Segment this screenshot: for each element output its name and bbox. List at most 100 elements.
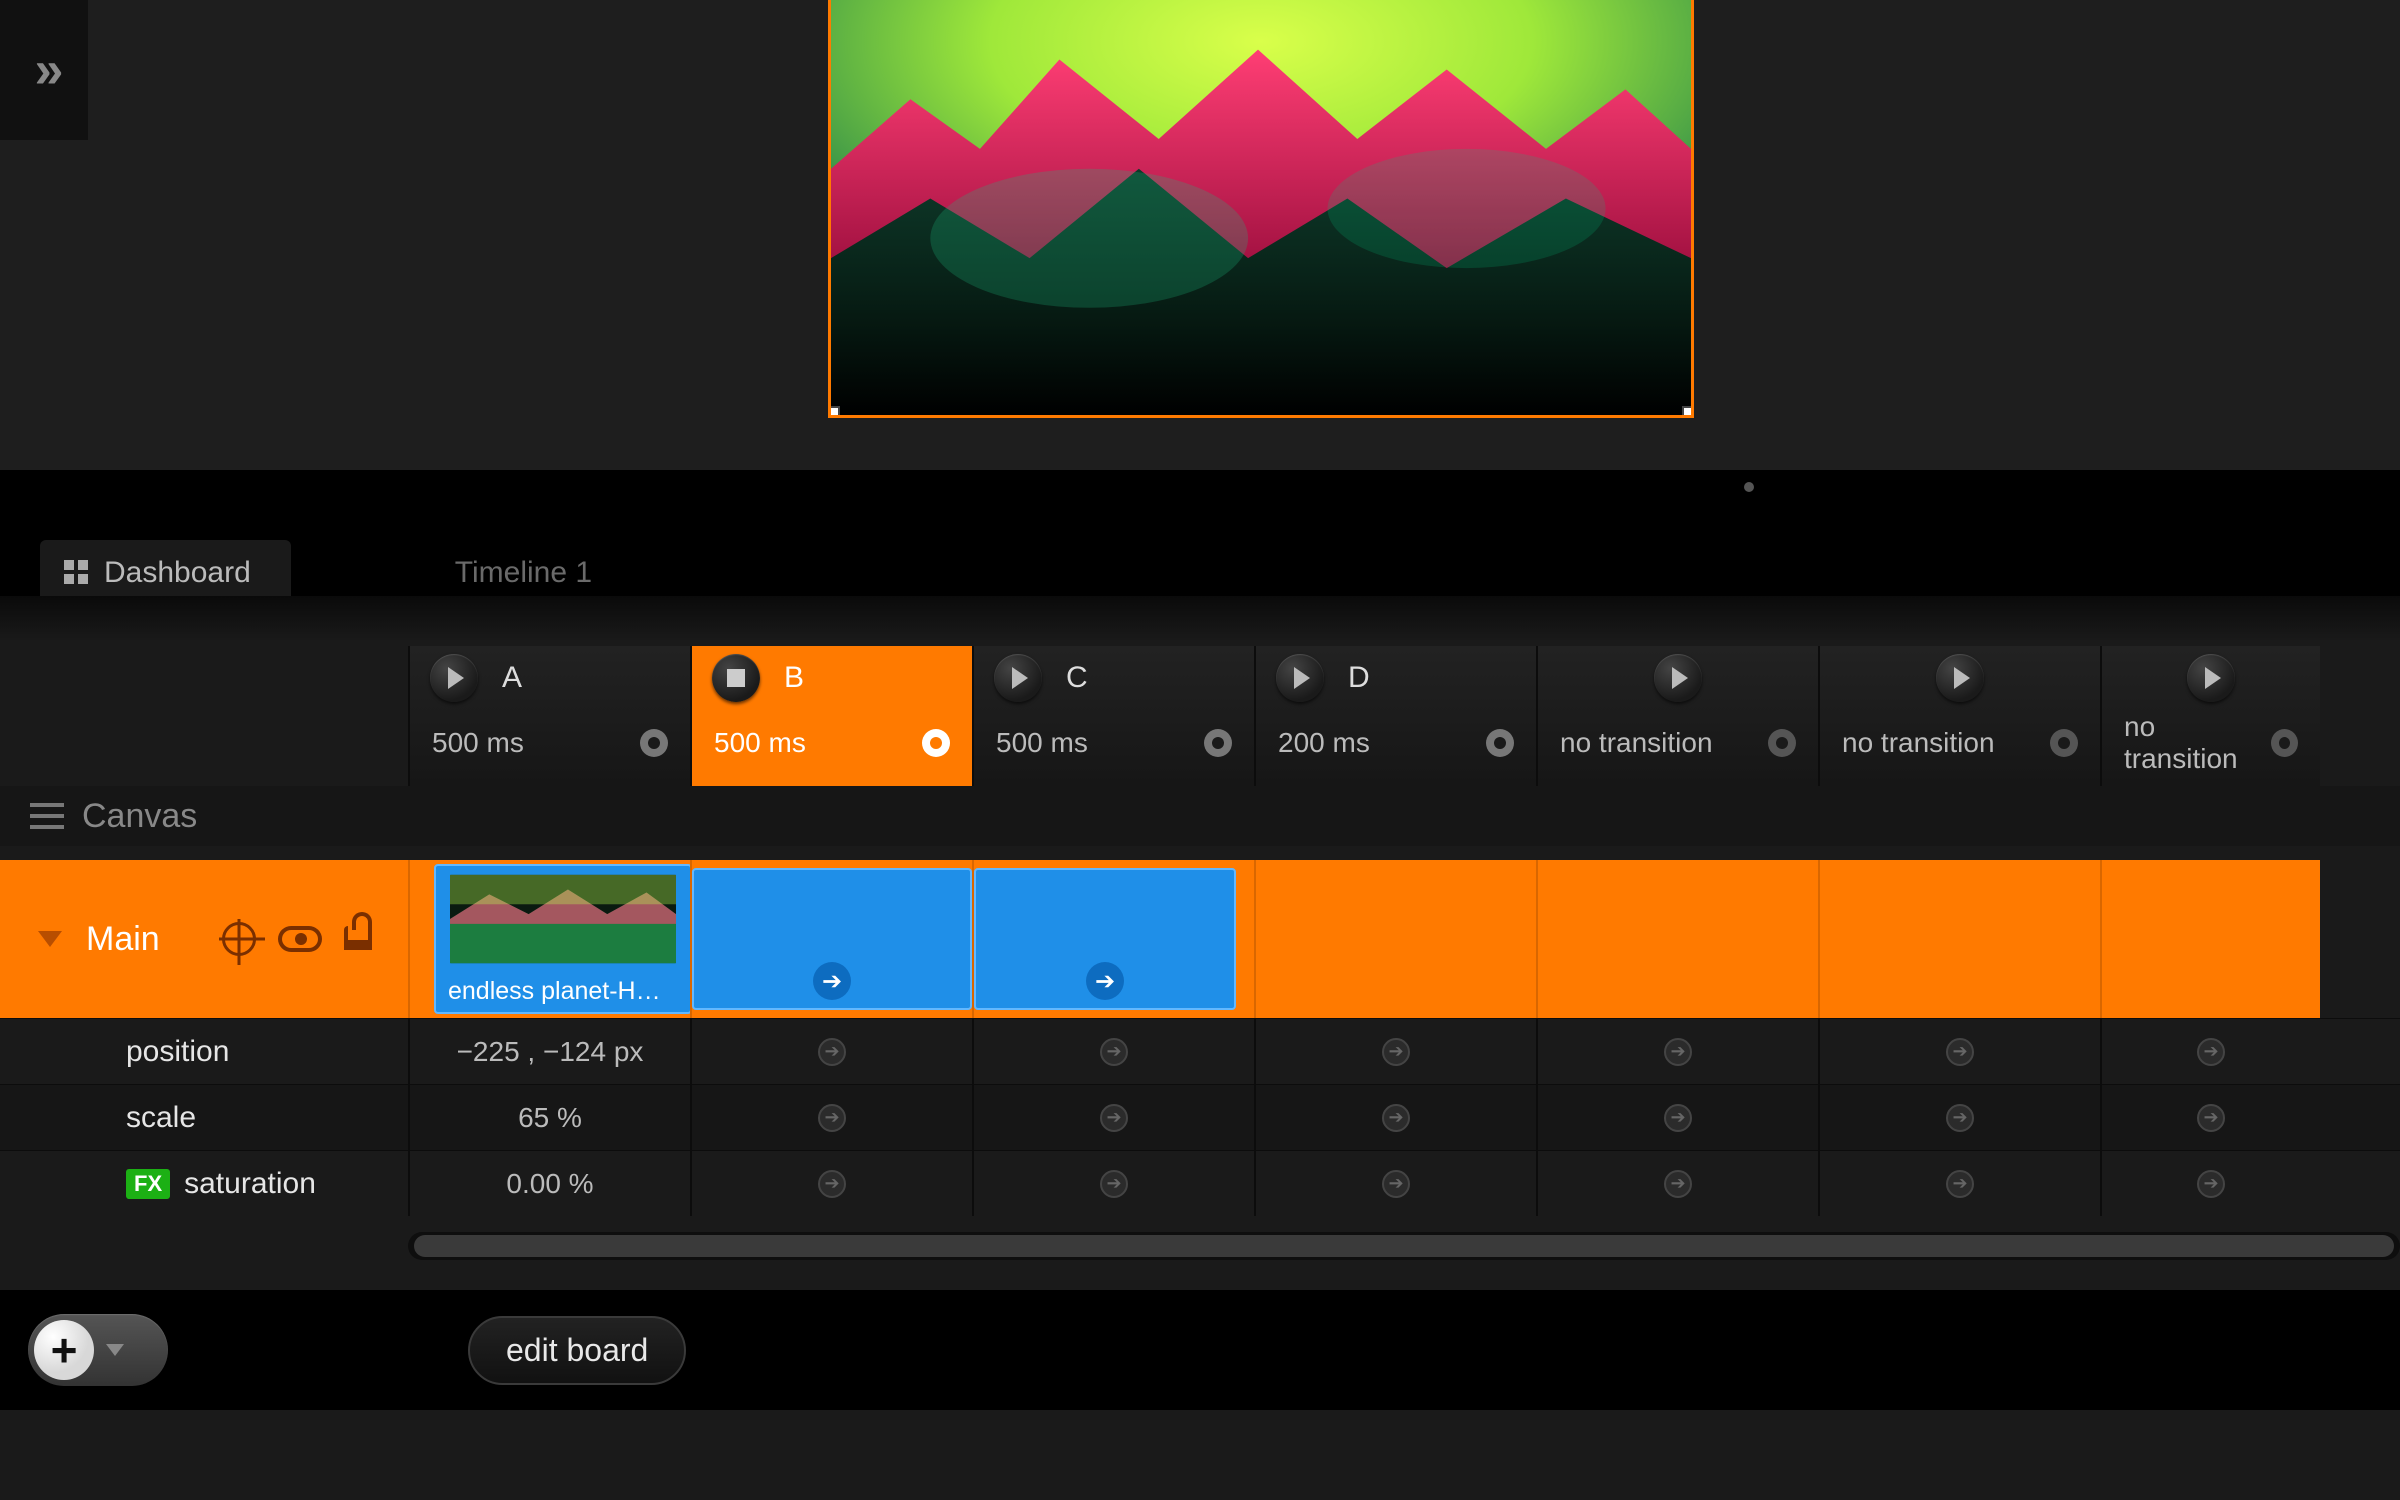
add-keyframe-icon[interactable] (1946, 1104, 1974, 1132)
play-button[interactable] (430, 654, 478, 702)
chevrons-right-icon: » (35, 40, 54, 100)
column-header-a[interactable]: A 500 ms (408, 646, 690, 786)
keyframe-cell[interactable] (1536, 1151, 1818, 1216)
keyframe-cell[interactable] (1254, 1085, 1536, 1150)
expand-sidebar-button[interactable]: » (0, 0, 88, 140)
gear-icon[interactable] (640, 729, 668, 757)
column-header-d[interactable]: D 200 ms (1254, 646, 1536, 786)
transition-duration[interactable]: no transition (1560, 727, 1713, 759)
keyframe-cell[interactable] (972, 1085, 1254, 1150)
transition-duration[interactable]: 500 ms (714, 727, 806, 759)
add-keyframe-icon[interactable] (1664, 1170, 1692, 1198)
keyframe-cell[interactable] (690, 1019, 972, 1084)
play-button[interactable] (994, 654, 1042, 702)
tab-label: Timeline 1 (455, 556, 592, 590)
scrollbar-thumb[interactable] (414, 1235, 2394, 1257)
add-keyframe-icon[interactable] (2197, 1170, 2225, 1198)
transition-duration[interactable]: 500 ms (996, 727, 1088, 759)
layer-cell-a[interactable]: endless planet-H… (408, 860, 690, 1018)
keyframe-cell[interactable] (1536, 1085, 1818, 1150)
play-button[interactable] (1276, 654, 1324, 702)
layer-cell-c[interactable] (972, 860, 1254, 1018)
preview-image (831, 0, 1691, 415)
preview-frame[interactable] (828, 0, 1694, 418)
column-header-7[interactable]: no transition (2100, 646, 2320, 786)
property-value-cell[interactable]: 65 % (408, 1085, 690, 1150)
layer-name: Main (86, 920, 160, 959)
property-row-saturation: FX saturation 0.00 % (0, 1150, 2400, 1216)
add-keyframe-icon[interactable] (1382, 1038, 1410, 1066)
gear-icon[interactable] (922, 729, 950, 757)
gear-icon[interactable] (1204, 729, 1232, 757)
gear-icon[interactable] (2050, 729, 2078, 757)
column-label: A (502, 661, 522, 695)
keyframe-cell[interactable] (1254, 1151, 1536, 1216)
layer-cell-7[interactable] (2100, 860, 2320, 1018)
gear-icon[interactable] (2271, 729, 2298, 757)
add-keyframe-icon[interactable] (1946, 1170, 1974, 1198)
keyframe-cell[interactable] (1536, 1019, 1818, 1084)
layer-cell-6[interactable] (1818, 860, 2100, 1018)
add-keyframe-icon[interactable] (2197, 1038, 2225, 1066)
layer-cell-b[interactable] (690, 860, 972, 1018)
column-header-b[interactable]: B 500 ms (690, 646, 972, 786)
edit-board-button[interactable]: edit board (468, 1316, 686, 1385)
gear-icon[interactable] (1486, 729, 1514, 757)
keyframe-cell[interactable] (1254, 1019, 1536, 1084)
gear-icon[interactable] (1768, 729, 1796, 757)
add-keyframe-icon[interactable] (1382, 1104, 1410, 1132)
resize-handle-bottom-right[interactable] (1682, 406, 1694, 418)
transition-duration[interactable]: 500 ms (432, 727, 524, 759)
add-keyframe-icon[interactable] (1382, 1170, 1410, 1198)
keyframe-cell[interactable] (2100, 1019, 2320, 1084)
add-keyframe-icon[interactable] (2197, 1104, 2225, 1132)
keyframe-cell[interactable] (690, 1151, 972, 1216)
play-button[interactable] (2187, 654, 2235, 702)
column-headers: A 500 ms B 500 ms C 500 ms (0, 646, 2400, 786)
keyframe-cell[interactable] (1818, 1085, 2100, 1150)
add-keyframe-icon[interactable] (1100, 1170, 1128, 1198)
add-keyframe-icon[interactable] (1100, 1038, 1128, 1066)
disclosure-triangle-icon[interactable] (38, 931, 62, 947)
keyframe-cell[interactable] (1818, 1151, 2100, 1216)
keyframe-cell[interactable] (2100, 1151, 2320, 1216)
grid-icon (64, 560, 90, 586)
layer-cell-5[interactable] (1536, 860, 1818, 1018)
transition-duration[interactable]: no transition (2124, 711, 2271, 775)
target-icon[interactable] (222, 922, 256, 956)
horizontal-scrollbar[interactable] (408, 1232, 2400, 1260)
layer-label-area[interactable]: Main (0, 860, 408, 1018)
play-button[interactable] (1654, 654, 1702, 702)
add-keyframe-icon[interactable] (1946, 1038, 1974, 1066)
add-button[interactable]: + (28, 1314, 168, 1386)
resize-handle-bottom-left[interactable] (828, 406, 840, 418)
layer-cell-d[interactable] (1254, 860, 1536, 1018)
play-button[interactable] (1936, 654, 1984, 702)
column-header-c[interactable]: C 500 ms (972, 646, 1254, 786)
column-header-6[interactable]: no transition (1818, 646, 2100, 786)
lock-icon[interactable] (344, 926, 372, 950)
stop-button[interactable] (712, 654, 760, 702)
keyframe-cell[interactable] (2100, 1085, 2320, 1150)
keyframe-cell[interactable] (972, 1151, 1254, 1216)
add-keyframe-icon[interactable] (1664, 1038, 1692, 1066)
transition-duration[interactable]: 200 ms (1278, 727, 1370, 759)
keyframe-cell[interactable] (1818, 1019, 2100, 1084)
add-keyframe-icon[interactable] (1664, 1104, 1692, 1132)
add-keyframe-icon[interactable] (1100, 1104, 1128, 1132)
transition-duration[interactable]: no transition (1842, 727, 1995, 759)
add-keyframe-icon[interactable] (818, 1038, 846, 1066)
clip-continuation[interactable] (692, 868, 972, 1010)
column-header-5[interactable]: no transition (1536, 646, 1818, 786)
add-keyframe-icon[interactable] (818, 1170, 846, 1198)
visibility-icon[interactable] (278, 926, 322, 952)
property-value-cell[interactable]: 0.00 % (408, 1151, 690, 1216)
clip-endless-planet[interactable]: endless planet-H… (434, 864, 692, 1014)
keyframe-cell[interactable] (690, 1085, 972, 1150)
canvas-section-header[interactable]: Canvas (0, 786, 2400, 846)
keyframe-cell[interactable] (972, 1019, 1254, 1084)
add-keyframe-icon[interactable] (818, 1104, 846, 1132)
property-value: 0.00 % (506, 1168, 593, 1200)
property-value-cell[interactable]: −225 , −124 px (408, 1019, 690, 1084)
clip-continuation[interactable] (974, 868, 1236, 1010)
